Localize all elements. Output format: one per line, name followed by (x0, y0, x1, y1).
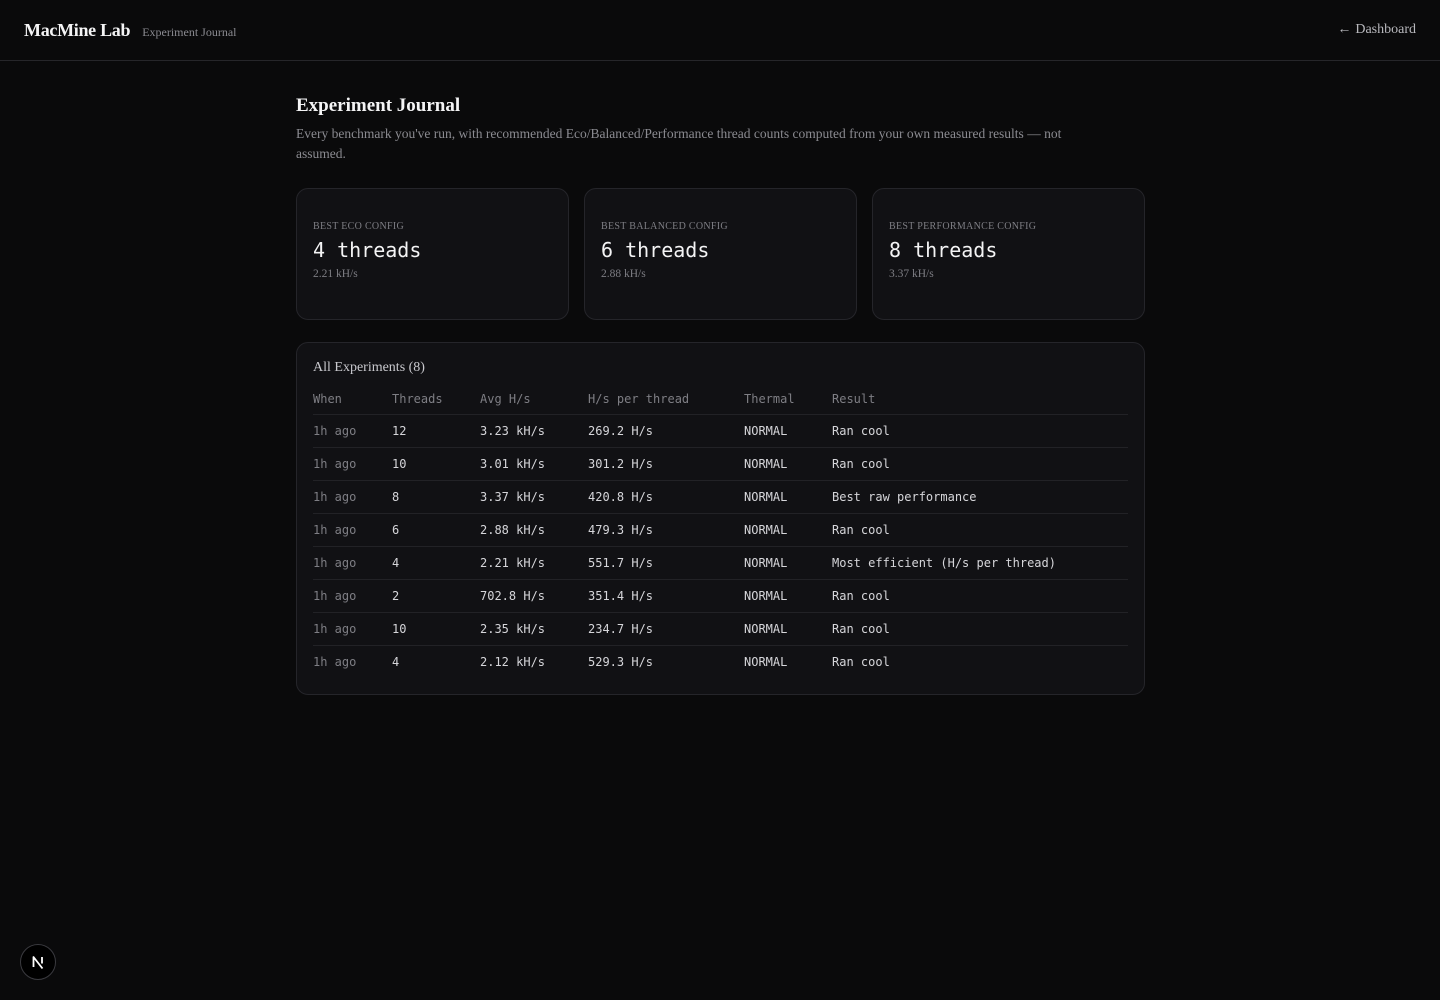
cell-when: 1h ago (313, 512, 392, 546)
cell-threads: 10 (392, 611, 480, 645)
cell-avg-hs: 702.8 H/s (480, 578, 588, 612)
cell-avg-hs: 2.21 kH/s (480, 545, 588, 579)
cell-thermal: NORMAL (744, 578, 832, 612)
cell-result: Ran cool (832, 413, 1128, 447)
back-link-label: Dashboard (1355, 22, 1416, 37)
card-label: BEST ECO CONFIG (313, 221, 404, 232)
table-row: 1h ago 12 3.23 kH/s 269.2 H/s NORMAL Ran… (313, 413, 1128, 447)
table-row: 1h ago 10 2.35 kH/s 234.7 H/s NORMAL Ran… (313, 611, 1128, 645)
cell-hs-per-thread: 479.3 H/s (588, 512, 744, 546)
eco-config-card: BEST ECO CONFIG 4 threads 2.21 kH/s (296, 188, 569, 320)
cell-hs-per-thread: 551.7 H/s (588, 545, 744, 579)
card-value: 4 threads (313, 238, 422, 262)
top-bar: MacMine Lab Experiment Journal ← Dashboa… (0, 0, 1440, 61)
cell-avg-hs: 3.23 kH/s (480, 413, 588, 447)
cell-result: Ran cool (832, 446, 1128, 480)
back-to-dashboard-link[interactable]: ← Dashboard (1337, 22, 1416, 38)
page-title: Experiment Journal (296, 95, 461, 116)
brand-name[interactable]: MacMine Lab (24, 20, 130, 41)
cell-hs-per-thread: 269.2 H/s (588, 413, 744, 447)
cell-thermal: NORMAL (744, 446, 832, 480)
cell-result: Ran cool (832, 611, 1128, 645)
cell-threads: 4 (392, 545, 480, 579)
card-value: 6 threads (601, 238, 710, 262)
card-hashrate: 3.37 kH/s (889, 268, 934, 280)
experiments-table-card: All Experiments (8) When Threads Avg H/s… (296, 342, 1145, 695)
column-header-when: When (313, 392, 342, 406)
cell-avg-hs: 3.37 kH/s (480, 479, 588, 513)
cell-hs-per-thread: 420.8 H/s (588, 479, 744, 513)
arrow-left-icon: ← (1337, 22, 1352, 37)
cell-threads: 4 (392, 644, 480, 678)
cell-result: Ran cool (832, 578, 1128, 612)
cell-avg-hs: 2.35 kH/s (480, 611, 588, 645)
cell-thermal: NORMAL (744, 545, 832, 579)
card-hashrate: 2.88 kH/s (601, 268, 646, 280)
cell-when: 1h ago (313, 578, 392, 612)
table-row: 1h ago 4 2.21 kH/s 551.7 H/s NORMAL Most… (313, 545, 1128, 579)
balanced-config-card: BEST BALANCED CONFIG 6 threads 2.88 kH/s (584, 188, 857, 320)
cell-threads: 12 (392, 413, 480, 447)
performance-config-card: BEST PERFORMANCE CONFIG 8 threads 3.37 k… (872, 188, 1145, 320)
cell-avg-hs: 3.01 kH/s (480, 446, 588, 480)
cell-when: 1h ago (313, 413, 392, 447)
brand-subtitle: Experiment Journal (142, 24, 237, 39)
cell-when: 1h ago (313, 545, 392, 579)
cell-hs-per-thread: 234.7 H/s (588, 611, 744, 645)
cell-hs-per-thread: 529.3 H/s (588, 644, 744, 678)
card-label: BEST BALANCED CONFIG (601, 221, 728, 232)
column-header-hs-per-thread: H/s per thread (588, 392, 690, 406)
cell-thermal: NORMAL (744, 512, 832, 546)
cell-when: 1h ago (313, 479, 392, 513)
cell-when: 1h ago (313, 644, 392, 678)
cell-thermal: NORMAL (744, 413, 832, 447)
cell-threads: 8 (392, 479, 480, 513)
table-header-row: When Threads Avg H/s H/s per thread Ther… (313, 388, 1128, 414)
page-description: Every benchmark you've run, with recomme… (296, 126, 1062, 161)
cell-when: 1h ago (313, 611, 392, 645)
cell-hs-per-thread: 301.2 H/s (588, 446, 744, 480)
cell-result: Ran cool (832, 512, 1128, 546)
table-row: 1h ago 2 702.8 H/s 351.4 H/s NORMAL Ran … (313, 578, 1128, 612)
table-row: 1h ago 6 2.88 kH/s 479.3 H/s NORMAL Ran … (313, 512, 1128, 546)
cell-threads: 2 (392, 578, 480, 612)
column-header-result: Result (832, 392, 876, 406)
table-row: 1h ago 4 2.12 kH/s 529.3 H/s NORMAL Ran … (313, 644, 1128, 678)
nextjs-logo-icon (32, 956, 44, 970)
cell-result: Ran cool (832, 644, 1128, 678)
cell-thermal: NORMAL (744, 611, 832, 645)
experiments-table: When Threads Avg H/s H/s per thread Ther… (313, 388, 1128, 678)
cell-threads: 6 (392, 512, 480, 546)
card-hashrate: 2.21 kH/s (313, 268, 358, 280)
column-header-avg-hs: Avg H/s (480, 392, 531, 406)
table-row: 1h ago 8 3.37 kH/s 420.8 H/s NORMAL Best… (313, 479, 1128, 513)
cell-result: Most efficient (H/s per thread) (832, 545, 1128, 579)
table-title: All Experiments (8) (313, 360, 425, 375)
card-value: 8 threads (889, 238, 998, 262)
brand: MacMine Lab Experiment Journal (24, 20, 237, 41)
cell-avg-hs: 2.12 kH/s (480, 644, 588, 678)
cell-when: 1h ago (313, 446, 392, 480)
cell-result: Best raw performance (832, 479, 1128, 513)
column-header-thermal: Thermal (744, 392, 795, 406)
main-content: Experiment Journal Every benchmark you'v… (296, 95, 1145, 695)
cell-threads: 10 (392, 446, 480, 480)
recommendation-cards: BEST ECO CONFIG 4 threads 2.21 kH/s BEST… (296, 188, 1145, 320)
cell-thermal: NORMAL (744, 644, 832, 678)
cell-thermal: NORMAL (744, 479, 832, 513)
cell-avg-hs: 2.88 kH/s (480, 512, 588, 546)
card-label: BEST PERFORMANCE CONFIG (889, 221, 1037, 232)
column-header-threads: Threads (392, 392, 443, 406)
cell-hs-per-thread: 351.4 H/s (588, 578, 744, 612)
nextjs-dev-tools-button[interactable] (20, 944, 56, 980)
table-row: 1h ago 10 3.01 kH/s 301.2 H/s NORMAL Ran… (313, 446, 1128, 480)
